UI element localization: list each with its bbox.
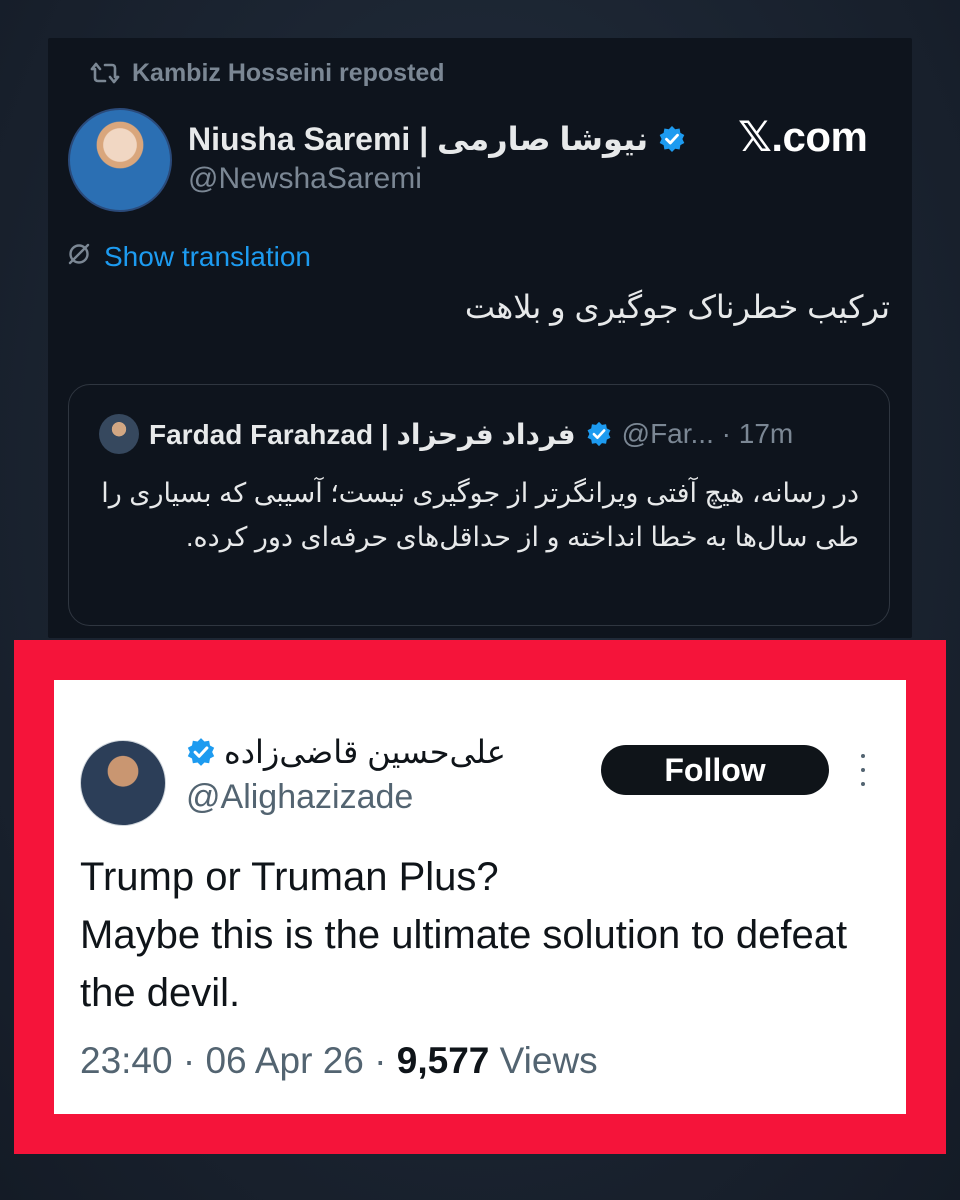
- quoted-author-avatar[interactable]: [99, 414, 139, 454]
- quoted-tweet-header: Fardad Farahzad | فرداد فرحزاد @Far... ·…: [99, 413, 793, 455]
- quoted-handle-time: @Far... · 17m: [621, 418, 794, 449]
- show-translation-label[interactable]: Show translation: [104, 241, 311, 273]
- verified-badge-icon: [586, 421, 612, 447]
- author-handle[interactable]: @NewshaSaremi: [188, 162, 422, 196]
- verified-badge-icon: [658, 125, 686, 153]
- author-name-row[interactable]: Niusha Saremi | نیوشا صارمی: [188, 118, 686, 160]
- more-options-icon[interactable]: [855, 754, 871, 786]
- repost-label[interactable]: Kambiz Hosseini reposted: [132, 59, 445, 88]
- quoted-tweet-text: در رسانه، هیچ آفتی ویرانگرتر از جوگیری ن…: [101, 478, 859, 552]
- embedded-author-name-row[interactable]: علی‌حسین قاضی‌زاده: [186, 730, 506, 774]
- author-avatar[interactable]: [68, 108, 172, 212]
- views-count: 9,577: [396, 1040, 490, 1081]
- repost-indicator: Kambiz Hosseini reposted: [90, 56, 445, 90]
- embedded-tweet-meta: 23:40 · 06 Apr 26 · 9,577 Views: [80, 1040, 598, 1082]
- verified-badge-icon: [186, 737, 216, 767]
- author-name[interactable]: Niusha Saremi | نیوشا صارمی: [188, 120, 648, 158]
- site-label: 𝕏.com: [738, 113, 868, 160]
- views-label: Views: [489, 1040, 598, 1081]
- quoted-tweet-card[interactable]: Fardad Farahzad | فرداد فرحزاد @Far... ·…: [68, 384, 890, 626]
- tweet-text: ترکیب خطرناک جوگیری و بلاهت: [464, 289, 890, 325]
- embedded-author-handle[interactable]: @Alighazizade: [186, 778, 413, 817]
- translate-icon: [66, 241, 92, 274]
- embedded-author-avatar[interactable]: [80, 740, 166, 826]
- embedded-tweet-text: Trump or Truman Plus? Maybe this is the …: [80, 848, 880, 1022]
- repost-icon: [90, 61, 120, 85]
- embedded-author-name[interactable]: علی‌حسین قاضی‌زاده: [224, 733, 506, 771]
- follow-button[interactable]: Follow: [601, 745, 829, 795]
- quoted-author-name[interactable]: Fardad Farahzad | فرداد فرحزاد: [149, 418, 576, 451]
- show-translation-link[interactable]: Show translation: [66, 238, 311, 276]
- tweet-timestamp[interactable]: 23:40 · 06 Apr 26 ·: [80, 1040, 397, 1081]
- embedded-tweet-text-line2: Maybe this is the ultimate solution to d…: [80, 913, 848, 1015]
- embedded-tweet-text-line1: Trump or Truman Plus?: [80, 855, 499, 899]
